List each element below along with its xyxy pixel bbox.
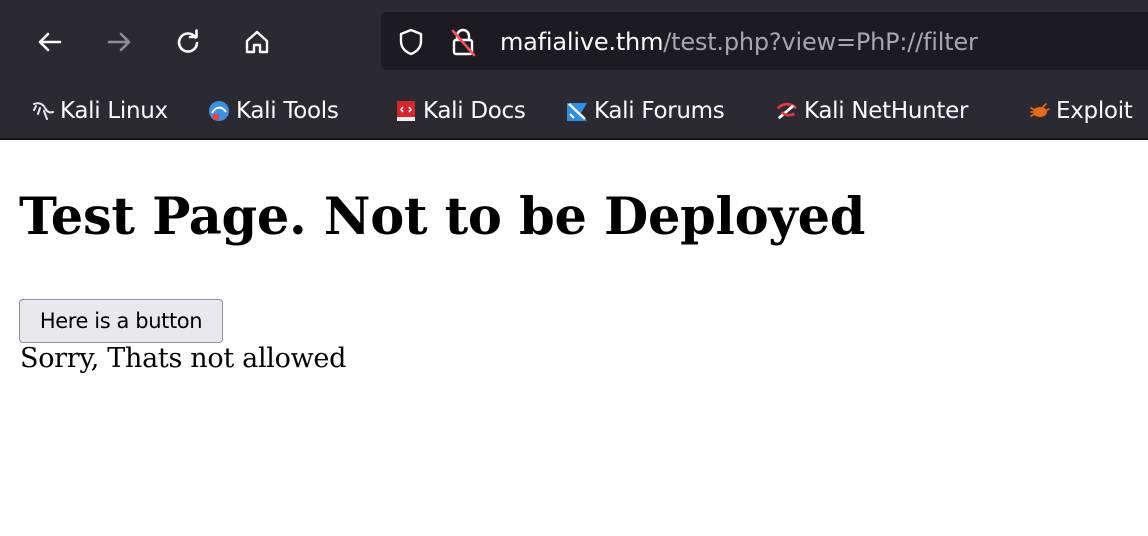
- arrow-right-icon: [107, 32, 131, 52]
- home-icon: [245, 30, 269, 54]
- url-text[interactable]: mafialive.thm/test.php?view=PhP://filter: [500, 26, 978, 58]
- bookmark-label: Exploit: [1056, 98, 1133, 124]
- reload-icon: [177, 29, 199, 53]
- bookmark-kali-docs[interactable]: Kali Docs: [395, 95, 526, 127]
- forward-button[interactable]: [99, 22, 139, 62]
- home-button[interactable]: [237, 22, 277, 62]
- bookmark-exploit-db[interactable]: Exploit: [1028, 95, 1133, 127]
- arrow-left-icon: [38, 32, 62, 52]
- insecure-lock-icon[interactable]: [448, 27, 478, 57]
- kali-dragon-icon: [32, 100, 54, 122]
- url-path: /test.php?view=PhP://filter: [663, 28, 978, 56]
- kali-tools-icon: [208, 100, 230, 122]
- shield-icon[interactable]: [396, 27, 426, 57]
- status-message: Sorry, Thats not allowed: [20, 343, 347, 374]
- exploit-db-icon: [1028, 100, 1050, 122]
- bookmark-label: Kali Docs: [423, 98, 526, 124]
- bookmarks-toolbar: Kali Linux Kali Tools Kali Docs Kali For…: [0, 84, 1148, 140]
- here-is-a-button[interactable]: Here is a button: [19, 299, 223, 343]
- bookmark-label: Kali Linux: [60, 98, 168, 124]
- back-button[interactable]: [30, 22, 70, 62]
- bookmark-kali-forums[interactable]: Kali Forums: [566, 95, 725, 127]
- browser-toolbar: mafialive.thm/test.php?view=PhP://filter: [0, 0, 1148, 84]
- browser-window: mafialive.thm/test.php?view=PhP://filter…: [0, 0, 1148, 536]
- page-content: Test Page. Not to be Deployed Here is a …: [0, 140, 1148, 536]
- kali-forums-icon: [566, 100, 588, 122]
- kali-nethunter-icon: [776, 100, 798, 122]
- bookmark-kali-tools[interactable]: Kali Tools: [208, 95, 339, 127]
- bookmark-kali-nethunter[interactable]: Kali NetHunter: [776, 95, 968, 127]
- kali-docs-icon: [395, 100, 417, 122]
- page-title: Test Page. Not to be Deployed: [19, 187, 866, 247]
- bookmark-label: Kali Tools: [236, 98, 339, 124]
- url-bar[interactable]: mafialive.thm/test.php?view=PhP://filter: [381, 12, 1148, 70]
- bookmark-label: Kali Forums: [594, 98, 725, 124]
- bookmark-label: Kali NetHunter: [804, 98, 969, 124]
- url-host: mafialive.thm: [500, 28, 664, 56]
- reload-button[interactable]: [168, 22, 208, 62]
- bookmark-kali-linux[interactable]: Kali Linux: [32, 95, 168, 127]
